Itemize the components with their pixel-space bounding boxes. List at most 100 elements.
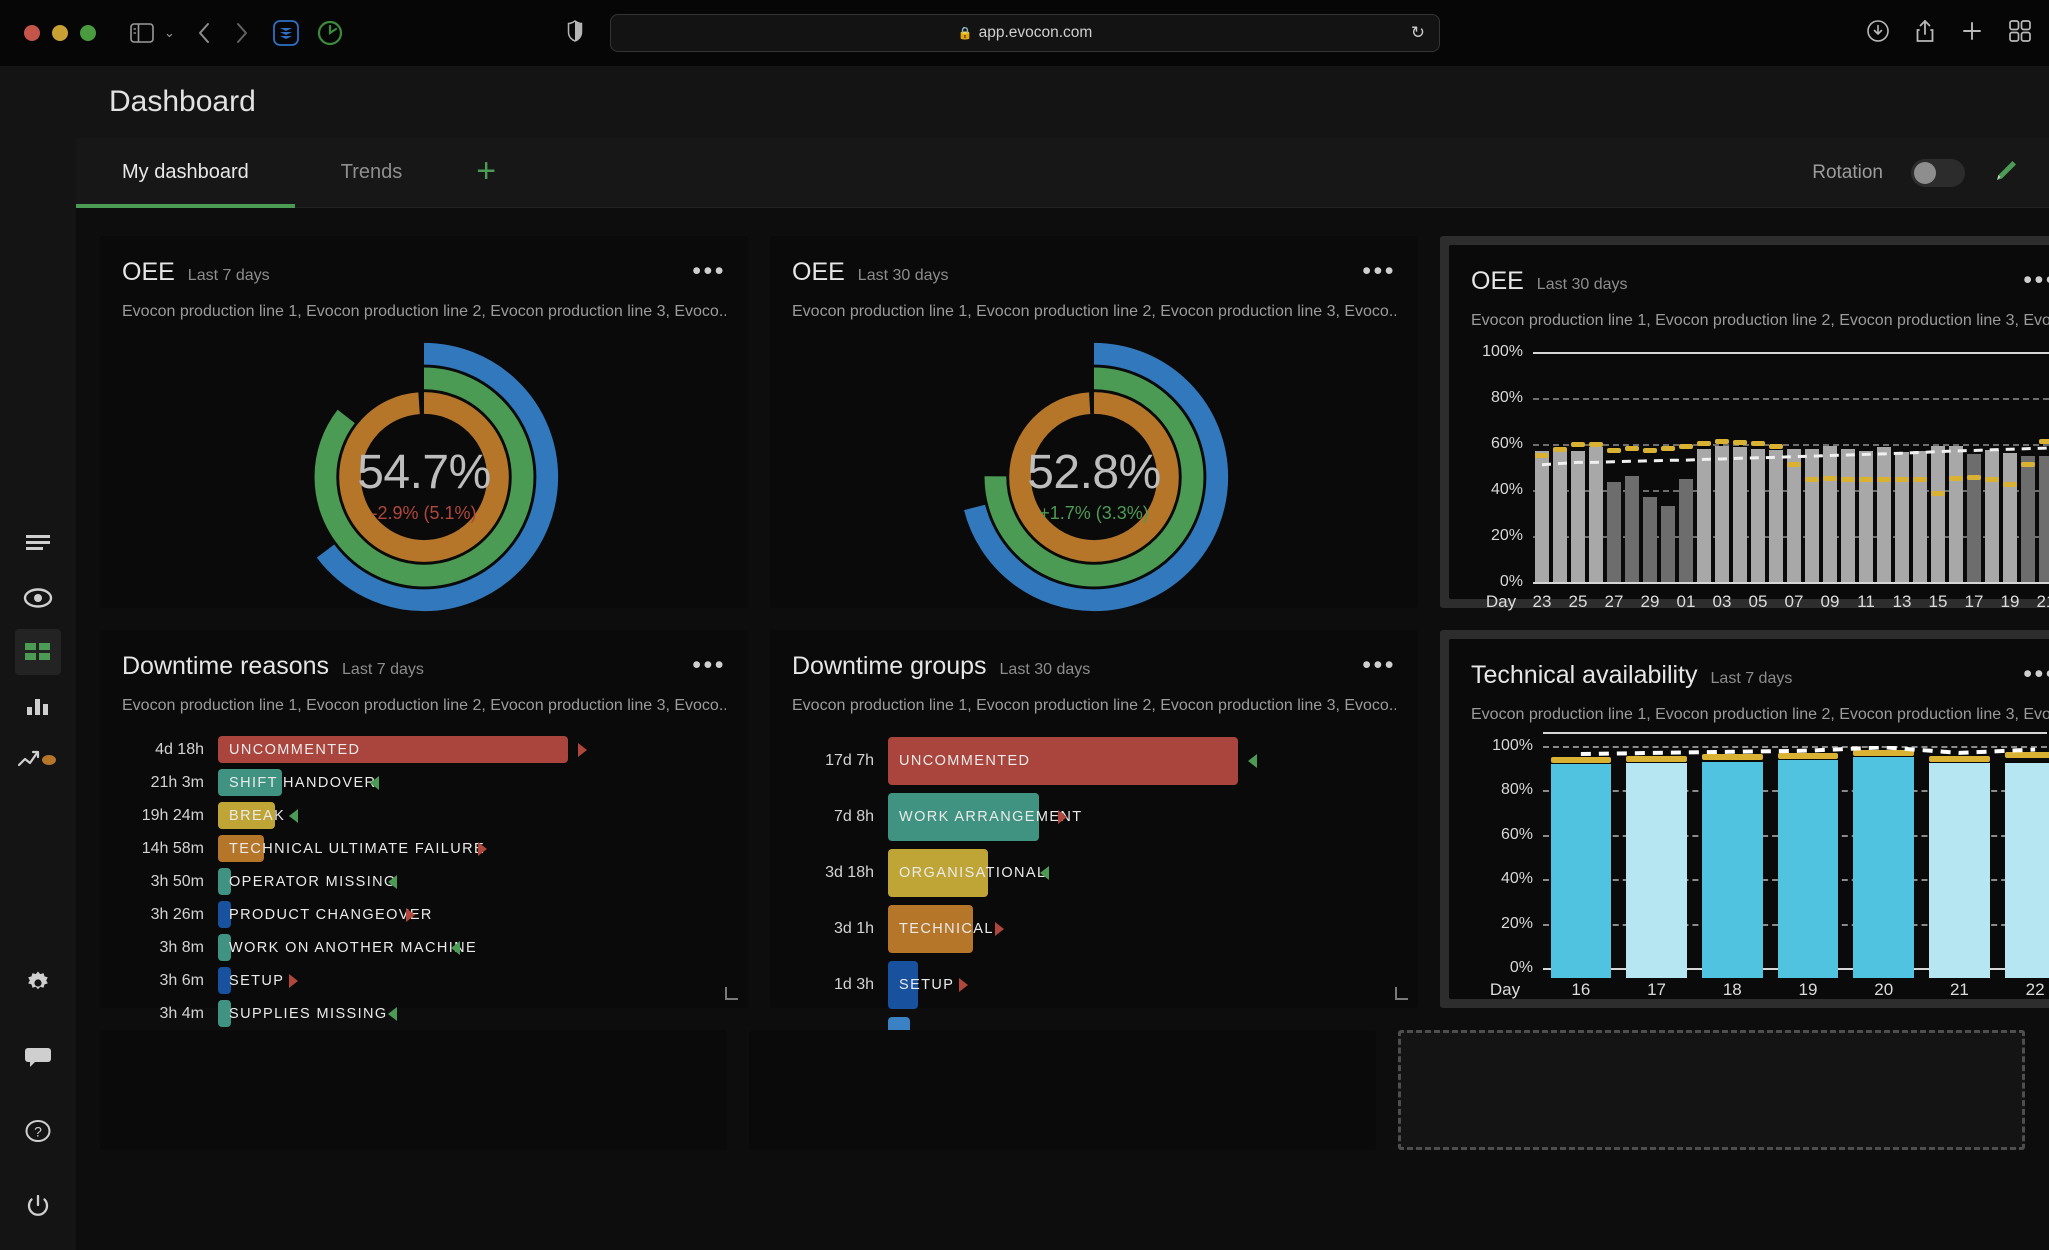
sidebar-item-live[interactable]: [15, 575, 61, 621]
y-axis-tick: 40%: [1490, 481, 1523, 498]
card-oee-7days[interactable]: OEE Last 7 days ••• Evocon production li…: [100, 236, 748, 700]
trend-up-icon: [289, 973, 298, 988]
oee-value: 54.7%: [357, 446, 491, 499]
rotation-label: Rotation: [1812, 161, 1883, 183]
sidebar-item-help[interactable]: ?: [15, 1108, 61, 1154]
oee-delta: -2.9% (5.1%): [371, 503, 477, 523]
downtime-groups-list: 17d 7h UNCOMMENTED 7d 8h WORK ARRANGEMENT 3d…: [792, 733, 1396, 1069]
oee-center-readout: 54.7% -2.9% (5.1%): [122, 445, 726, 524]
chevron-down-icon[interactable]: ⌄: [164, 25, 175, 41]
downtime-row[interactable]: 19h 24m BREAK: [122, 799, 726, 832]
y-axis-tick: 60%: [1500, 825, 1533, 843]
sidebar-item-trends[interactable]: [15, 737, 61, 783]
card-menu-button[interactable]: •••: [692, 653, 726, 678]
downtime-row[interactable]: 3d 1h TECHNICAL: [792, 901, 1396, 957]
downtime-label: WORK ARRANGEMENT: [899, 809, 1083, 825]
card-downtime-groups[interactable]: Downtime groups Last 30 days ••• Evocon …: [770, 630, 1418, 1065]
downtime-row[interactable]: 3h 50m OPERATOR MISSING: [122, 865, 726, 898]
card-oee-bars[interactable]: OEE Last 30 days ••• Evocon production l…: [1449, 245, 2049, 611]
downtime-row[interactable]: 14h 58m TECHNICAL ULTIMATE FAILURE: [122, 832, 726, 865]
card-menu-button[interactable]: •••: [1362, 653, 1396, 678]
pencil-icon[interactable]: [1993, 156, 2021, 189]
trend-down-icon: [388, 874, 397, 889]
downtime-row[interactable]: 7d 8h WORK ARRANGEMENT: [792, 789, 1396, 845]
card-title: Technical availability: [1471, 661, 1698, 689]
card-row3-1[interactable]: [100, 1030, 727, 1150]
downtime-label: SUPPLIES MISSING: [229, 1005, 388, 1022]
share-icon[interactable]: [1915, 19, 1935, 48]
oee-bar-chart-plot: 0% 20% 40% 60% 80% 100% Day 23 25 27 29 01 03 05 07 09 1…: [1482, 343, 2049, 611]
downtime-duration: 3d 1h: [833, 920, 874, 937]
download-icon[interactable]: [1867, 19, 1889, 47]
back-chevron-icon[interactable]: [197, 22, 211, 44]
x-axis-tick: 15: [1928, 592, 1948, 611]
downtime-row[interactable]: 21h 3m SHIFT HANDOVER: [122, 766, 726, 799]
tab-overview-icon[interactable]: [2009, 19, 2031, 47]
tab-my-dashboard[interactable]: My dashboard: [76, 138, 295, 208]
tab-trends[interactable]: Trends: [295, 138, 449, 208]
card-downtime-reasons[interactable]: Downtime reasons Last 7 days ••• Evocon …: [100, 630, 748, 1060]
lock-icon: 🔒: [957, 26, 973, 40]
card-resize-handle[interactable]: [725, 987, 738, 1000]
add-tab-button[interactable]: +: [448, 154, 524, 188]
downtime-row[interactable]: 3d 18h ORGANISATIONAL: [792, 845, 1396, 901]
sidebar-item-dashboard[interactable]: [15, 629, 61, 675]
downtime-row[interactable]: 4d 18h UNCOMMENTED: [122, 733, 726, 766]
x-axis-tick: 18: [1722, 980, 1742, 999]
sidebar-item-settings[interactable]: [15, 960, 61, 1006]
card-cell-oee-bars: OEE Last 30 days ••• Evocon production l…: [1440, 236, 2049, 611]
downtime-row[interactable]: 3h 6m SETUP: [122, 964, 726, 997]
card-cell-row3-dropzone[interactable]: [1397, 1030, 2025, 1150]
y-axis-tick: 40%: [1500, 870, 1533, 888]
address-bar[interactable]: 🔒 app.evocon.com ↻: [610, 14, 1440, 52]
x-axis-tick: 13: [1892, 592, 1912, 611]
downtime-row[interactable]: 3h 26m PRODUCT CHANGEOVER: [122, 898, 726, 931]
downtime-row[interactable]: 1d 3h SETUP: [792, 957, 1396, 1013]
downtime-label: ORGANISATIONAL: [899, 865, 1047, 881]
card-header: Downtime groups Last 30 days •••: [792, 652, 1396, 681]
card-menu-button[interactable]: •••: [692, 259, 726, 284]
new-tab-plus-icon[interactable]: [1961, 20, 1983, 47]
card-cell-oee-30days: OEE Last 30 days ••• Evocon production l…: [770, 236, 1418, 700]
sidebar-item-analytics[interactable]: [15, 683, 61, 729]
sidebar-item-chat[interactable]: [15, 1034, 61, 1080]
x-axis-tick: 17: [1647, 980, 1667, 999]
close-window-button[interactable]: [24, 25, 40, 41]
card-oee-30days[interactable]: OEE Last 30 days ••• Evocon production l…: [770, 236, 1418, 700]
x-axis-line: [1533, 582, 2049, 584]
sidebar-item-logout[interactable]: [15, 1182, 61, 1228]
sidebar-toggle-icon[interactable]: [130, 23, 154, 43]
gear-icon: [28, 971, 48, 990]
downtime-label: SETUP: [899, 977, 955, 993]
card-menu-button[interactable]: •••: [2023, 268, 2049, 293]
maximize-window-button[interactable]: [80, 25, 96, 41]
downtime-row[interactable]: 3h 8m WORK ON ANOTHER MACHINE: [122, 931, 726, 964]
tab-label: Trends: [340, 161, 403, 183]
card-sources: Evocon production line 1, Evocon product…: [122, 697, 726, 714]
forward-chevron-icon[interactable]: [235, 22, 249, 44]
card-header: Downtime reasons Last 7 days •••: [122, 652, 726, 681]
downtime-duration: 3h 8m: [159, 938, 204, 956]
shield-privacy-icon[interactable]: [567, 19, 583, 47]
sidebar-item-reports[interactable]: [15, 521, 61, 567]
card-title: OEE: [1471, 267, 1524, 295]
card-menu-button[interactable]: •••: [2023, 662, 2049, 687]
reload-icon[interactable]: ↻: [1411, 23, 1425, 43]
card-row3-2[interactable]: [748, 1030, 1376, 1150]
svg-text:?: ?: [34, 1124, 42, 1140]
card-header: OEE Last 30 days •••: [1471, 267, 2049, 296]
card-technical-availability[interactable]: Technical availability Last 7 days ••• E…: [1449, 639, 2049, 999]
trend-up-icon: [1058, 810, 1067, 824]
card-menu-button[interactable]: •••: [1362, 259, 1396, 284]
downtime-row[interactable]: 3h 4m SUPPLIES MISSING: [122, 997, 726, 1030]
rotation-toggle[interactable]: [1911, 158, 1965, 187]
extension-refresh-icon[interactable]: [317, 20, 343, 46]
extension-bookmark-icon[interactable]: [273, 20, 299, 46]
x-axis-tick: 01: [1676, 592, 1696, 611]
card-cell-oee-7days: OEE Last 7 days ••• Evocon production li…: [100, 236, 748, 700]
downtime-row[interactable]: 17d 7h UNCOMMENTED: [792, 733, 1396, 789]
card-resize-handle[interactable]: [1395, 987, 1408, 1000]
card-sources: Evocon production line 1, Evocon product…: [792, 303, 1396, 320]
minimize-window-button[interactable]: [52, 25, 68, 41]
x-axis-tick: 22: [2025, 980, 2045, 999]
